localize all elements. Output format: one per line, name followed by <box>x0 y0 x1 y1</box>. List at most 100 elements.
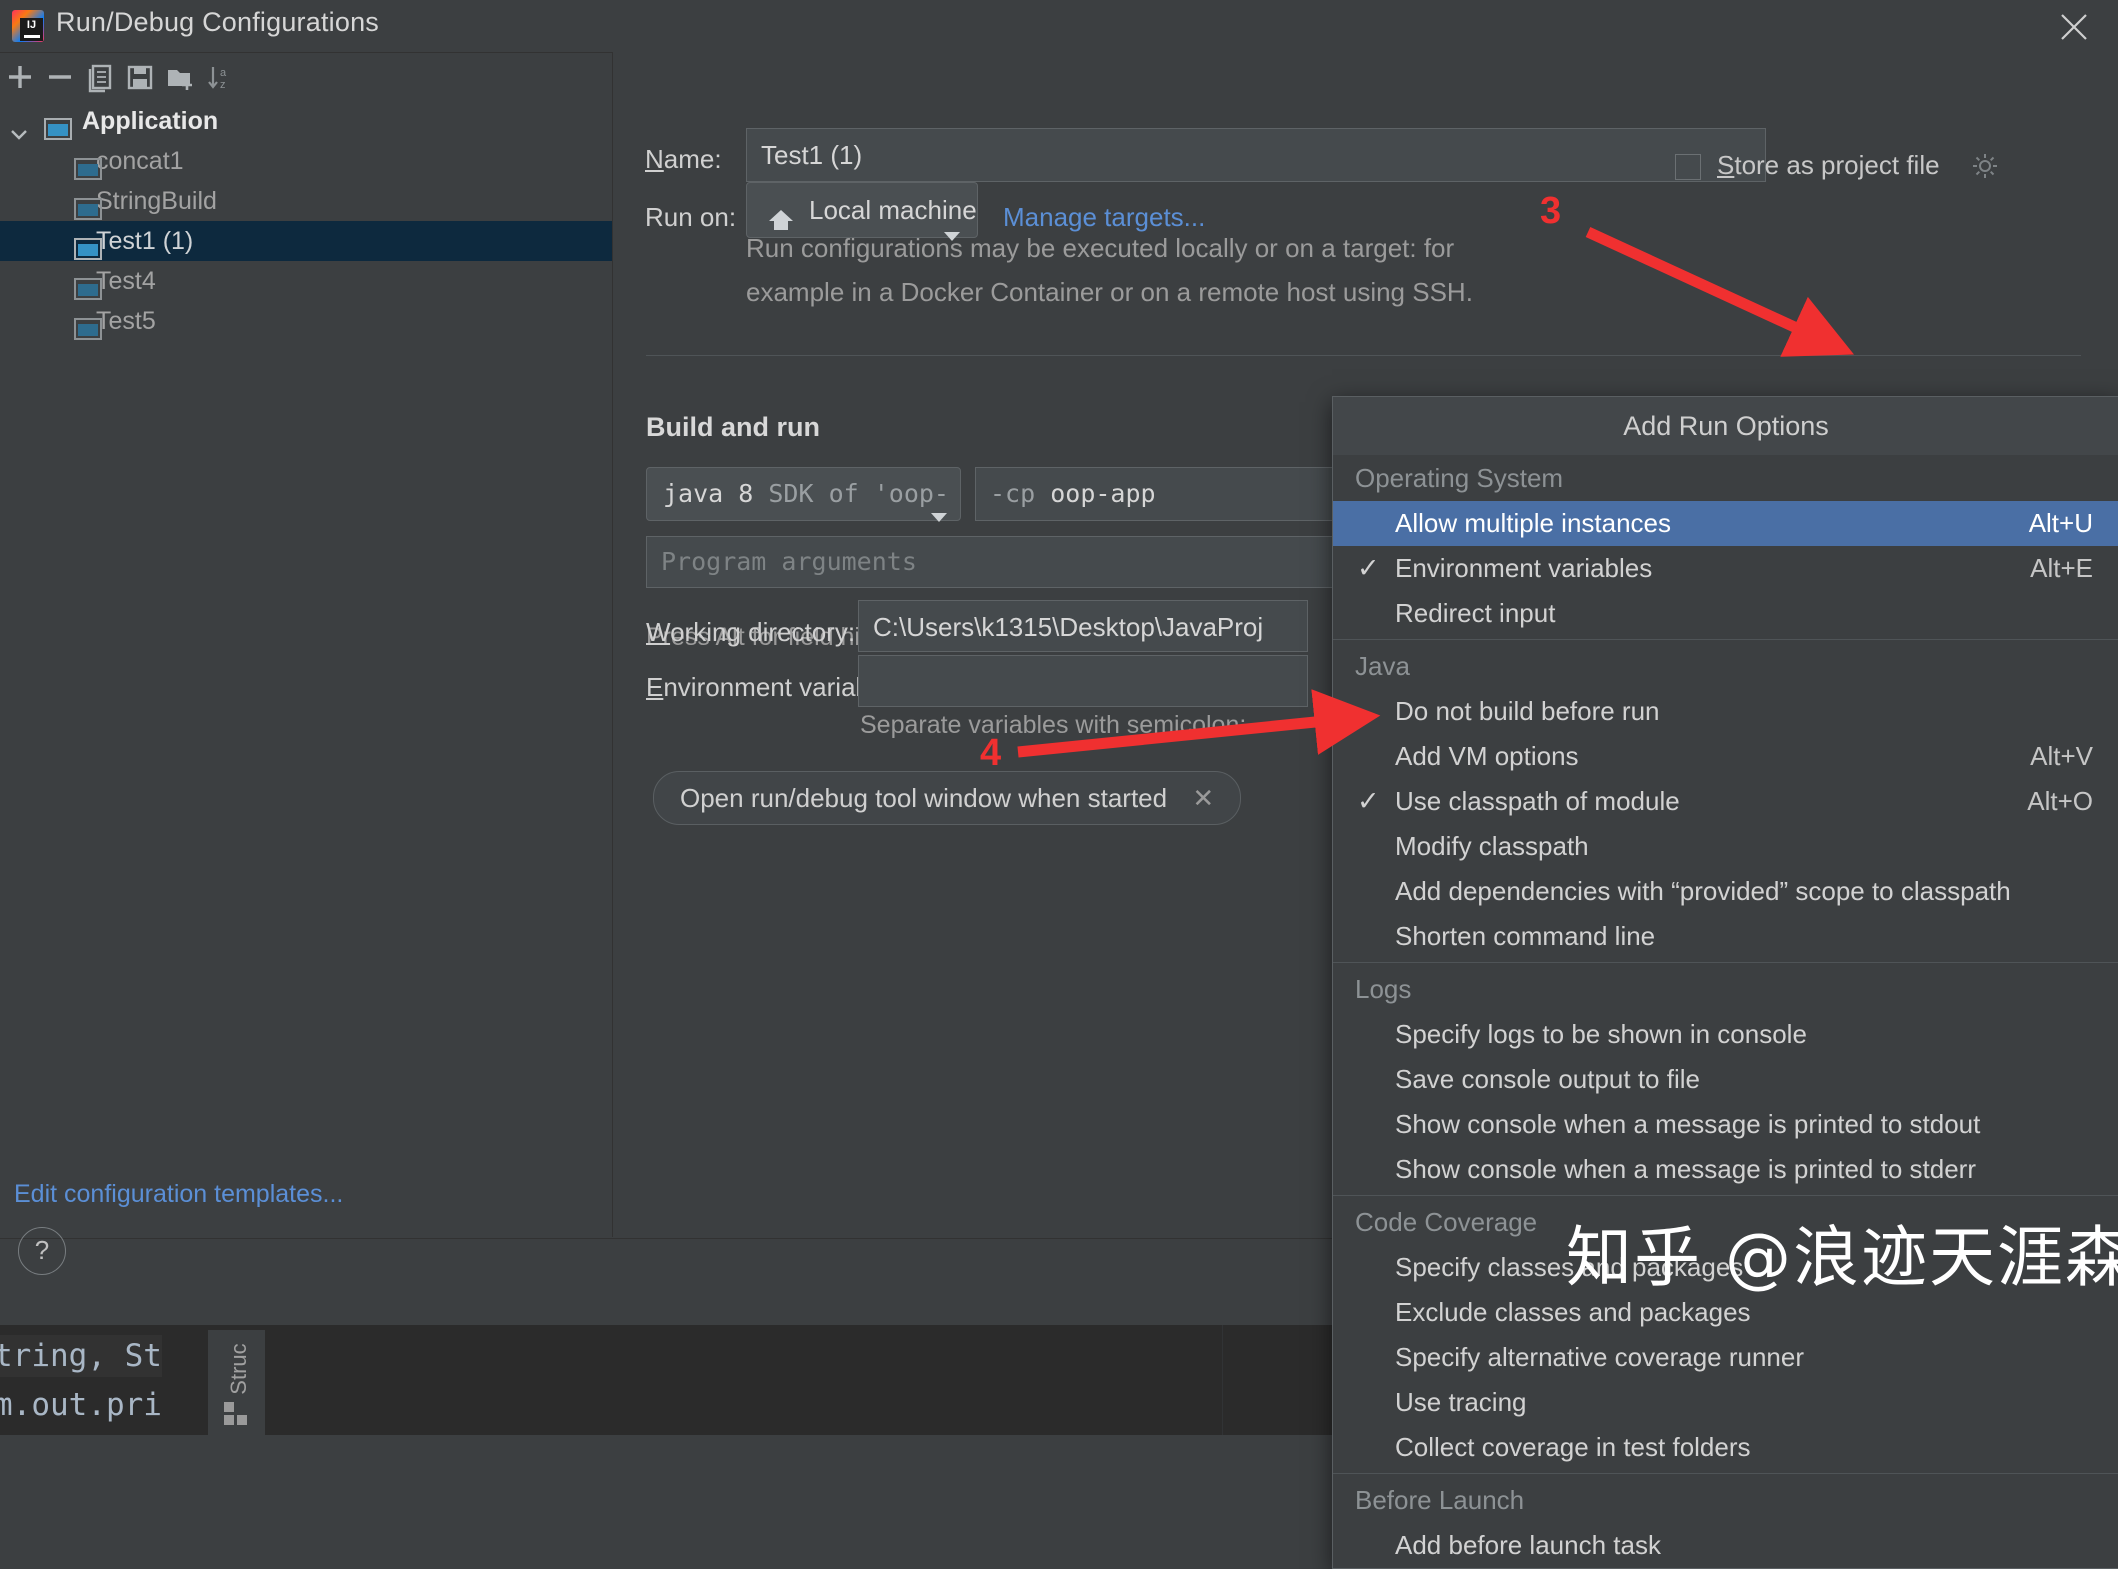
menu-item-label: Show console when a message is printed t… <box>1395 1154 1976 1184</box>
menu-item-show-console-stdout[interactable]: Show console when a message is printed t… <box>1333 1102 2118 1147</box>
dialog-titlebar: Run/Debug Configurations <box>0 0 2118 52</box>
name-input[interactable]: Test1 (1) <box>746 128 1766 182</box>
popup-group-logs: Logs <box>1333 966 2118 1012</box>
sidebar-item-label: Test4 <box>96 267 156 295</box>
menu-item-add-before-launch-task[interactable]: Add before launch task <box>1333 1523 2118 1568</box>
check-icon: ✓ <box>1357 546 1380 591</box>
menu-item-environment-variables[interactable]: ✓ Environment variables Alt+E <box>1333 546 2118 591</box>
working-directory-label: Working directory: <box>646 617 855 648</box>
chevron-down-icon[interactable] <box>930 489 948 541</box>
sidebar-item-stringbuild[interactable]: StringBuild <box>0 181 612 221</box>
folder-add-icon[interactable] <box>160 58 200 96</box>
annotation-label-3: 3 <box>1540 190 1561 233</box>
add-run-options-popup: Add Run Options Operating System Allow m… <box>1332 396 2118 1569</box>
menu-item-add-provided-dependencies[interactable]: Add dependencies with “provided” scope t… <box>1333 869 2118 914</box>
menu-item-redirect-input[interactable]: Redirect input <box>1333 591 2118 636</box>
menu-item-collect-coverage-test-folders[interactable]: Collect coverage in test folders <box>1333 1425 2118 1470</box>
menu-item-label: Do not build before run <box>1395 696 1660 726</box>
build-and-run-header: Build and run <box>646 412 820 443</box>
sidebar-item-test4[interactable]: Test4 <box>0 261 612 301</box>
menu-item-label: Collect coverage in test folders <box>1395 1432 1751 1462</box>
menu-item-label: Add before launch task <box>1395 1530 1661 1560</box>
menu-item-label: Add dependencies with “provided” scope t… <box>1395 876 2011 906</box>
check-icon: ✓ <box>1357 779 1380 824</box>
close-icon[interactable]: ✕ <box>1192 783 1214 813</box>
plus-icon[interactable] <box>0 58 40 96</box>
configurations-tree: Application concat1 StringBuild <box>0 101 612 341</box>
sidebar-item-label: StringBuild <box>96 187 217 215</box>
store-as-project-file-checkbox[interactable] <box>1675 154 1701 180</box>
menu-item-shortcut: Alt+V <box>2030 734 2093 779</box>
minus-icon[interactable] <box>40 58 80 96</box>
menu-separator <box>1333 962 2118 963</box>
tree-root-application[interactable]: Application <box>0 101 612 141</box>
sidebar-item-label: concat1 <box>96 147 184 175</box>
menu-item-label: Allow multiple instances <box>1395 508 1671 538</box>
menu-item-label: Exclude classes and packages <box>1395 1297 1751 1327</box>
close-icon[interactable] <box>2052 8 2096 46</box>
editor-code-preview: tring, St m.out.pri <box>0 1325 800 1435</box>
environment-variables-input[interactable] <box>858 655 1308 707</box>
menu-item-label: Specify alternative coverage runner <box>1395 1342 1804 1372</box>
menu-item-label: Use tracing <box>1395 1387 1527 1417</box>
intellij-idea-icon <box>12 10 44 42</box>
sort-alpha-icon[interactable]: a z <box>200 58 240 96</box>
menu-item-use-classpath-of-module[interactable]: ✓ Use classpath of module Alt+O <box>1333 779 2118 824</box>
menu-item-label: Specify logs to be shown in console <box>1395 1019 1807 1049</box>
jre-select[interactable]: java 8 SDK of 'oop-app' m <box>646 467 961 521</box>
working-directory-input[interactable]: C:\Users\k1315\Desktop\JavaProj <box>858 600 1308 652</box>
popup-group-java: Java <box>1333 643 2118 689</box>
menu-separator <box>1333 1195 2118 1196</box>
menu-separator <box>1333 639 2118 640</box>
run-on-description-line-1: Run configurations may be executed local… <box>746 226 1646 270</box>
structure-tab-label: Struc <box>226 1324 252 1414</box>
watermark-text: 知乎 @浪迹天涯森 <box>1566 1204 2118 1300</box>
run-debug-configurations-dialog: tring, St m.out.pri Struc Run/Debug Conf… <box>0 0 2118 1435</box>
editor-code-line-2: m.out.pri <box>0 1387 162 1423</box>
menu-item-add-vm-options[interactable]: Add VM options Alt+V <box>1333 734 2118 779</box>
menu-item-show-console-stderr[interactable]: Show console when a message is printed t… <box>1333 1147 2118 1192</box>
separate-variables-hint: Separate variables with semicolon: <box>860 711 1246 740</box>
sidebar-item-test1-1[interactable]: Test1 (1) <box>0 221 612 261</box>
edit-configuration-templates-link[interactable]: Edit configuration templates... <box>14 1180 343 1209</box>
sidebar-item-label: Test1 (1) <box>96 227 193 255</box>
run-config-icon <box>74 312 102 352</box>
menu-item-shortcut: Alt+U <box>2029 501 2093 546</box>
popup-title: Add Run Options <box>1333 397 2118 455</box>
copy-icon[interactable] <box>80 58 120 96</box>
menu-item-shortcut: Alt+O <box>2027 779 2093 824</box>
menu-item-label: Show console when a message is printed t… <box>1395 1109 1980 1139</box>
settings-gear-icon[interactable] <box>1971 152 1999 185</box>
menu-separator <box>1333 1473 2118 1474</box>
configurations-sidebar: a z Application <box>0 52 613 1237</box>
menu-item-allow-multiple-instances[interactable]: Allow multiple instances Alt+U <box>1333 501 2118 546</box>
editor-divider-1 <box>1222 1325 1223 1435</box>
menu-item-label: Environment variables <box>1395 553 1652 583</box>
sidebar-item-label: Test5 <box>96 307 156 335</box>
menu-item-label: Modify classpath <box>1395 831 1589 861</box>
sidebar-item-test5[interactable]: Test5 <box>0 301 612 341</box>
open-tool-window-chip-label: Open run/debug tool window when started <box>680 783 1167 813</box>
menu-item-do-not-build-before-run[interactable]: Do not build before run <box>1333 689 2118 734</box>
menu-item-label: Redirect input <box>1395 598 1555 628</box>
popup-group-before-launch: Before Launch <box>1333 1477 2118 1523</box>
menu-item-save-console-output[interactable]: Save console output to file <box>1333 1057 2118 1102</box>
name-label: Name: <box>645 144 722 175</box>
menu-item-modify-classpath[interactable]: Modify classpath <box>1333 824 2118 869</box>
tree-root-label: Application <box>82 107 218 135</box>
open-tool-window-chip[interactable]: Open run/debug tool window when started … <box>653 771 1241 825</box>
structure-icon <box>224 1415 234 1425</box>
menu-item-label: Shorten command line <box>1395 921 1655 951</box>
menu-item-specify-alternative-coverage-runner[interactable]: Specify alternative coverage runner <box>1333 1335 2118 1380</box>
svg-text:z: z <box>220 79 226 91</box>
menu-item-use-tracing[interactable]: Use tracing <box>1333 1380 2118 1425</box>
menu-item-label: Add VM options <box>1395 741 1579 771</box>
structure-tool-tab[interactable]: Struc <box>207 1330 266 1435</box>
menu-item-specify-logs[interactable]: Specify logs to be shown in console <box>1333 1012 2118 1057</box>
sidebar-item-concat1[interactable]: concat1 <box>0 141 612 181</box>
editor-code-line-1: tring, St <box>0 1335 162 1377</box>
save-icon[interactable] <box>120 58 160 96</box>
help-question-icon[interactable]: ? <box>18 1227 66 1275</box>
menu-item-shorten-command-line[interactable]: Shorten command line <box>1333 914 2118 959</box>
run-on-description: Run configurations may be executed local… <box>746 226 1646 314</box>
